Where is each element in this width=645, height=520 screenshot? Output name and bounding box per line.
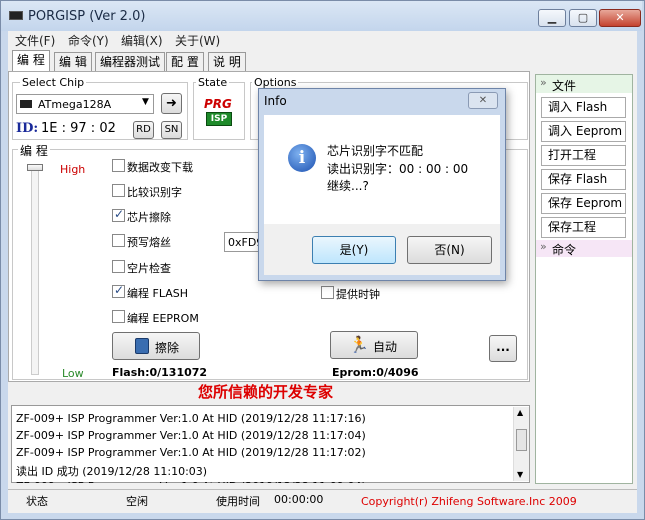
chevron-down-icon: ▼ [142, 97, 149, 107]
speed-slider-thumb[interactable] [27, 164, 43, 171]
running-man-icon: 🏃 [349, 335, 369, 354]
prg-logo: PRG [204, 97, 232, 111]
menu-about[interactable]: 关于(W) [175, 32, 220, 49]
id-value: 1E : 97 : 02 [41, 121, 116, 136]
checkbox-label: 空片检查 [127, 262, 171, 275]
load-eeprom-button[interactable]: 调入 Eeprom [541, 121, 626, 142]
tab-edit[interactable]: 编 辑 [54, 52, 92, 71]
checkbox-box[interactable] [112, 234, 125, 247]
maximize-button[interactable]: ▢ [569, 9, 597, 27]
dialog-close-button[interactable]: ✕ [468, 92, 498, 109]
id-label: ID: [16, 121, 39, 136]
load-flash-button[interactable]: 调入 Flash [541, 97, 626, 118]
arrow-right-button[interactable]: ➜ [161, 93, 182, 114]
copyright-text: Copyright(r) Zhifeng Software.Inc 2009 [361, 495, 577, 508]
more-button[interactable]: ... [489, 335, 517, 362]
status-label: 状态 [26, 495, 48, 508]
log-list[interactable]: ZF-009+ ISP Programmer Ver:1.0 At HID (2… [11, 405, 530, 483]
save-project-button[interactable]: 保存工程 [541, 217, 626, 238]
checkbox-box[interactable] [112, 184, 125, 197]
yes-button[interactable]: 是(Y) [312, 236, 396, 264]
checkbox-label: 提供时钟 [336, 288, 380, 301]
isp-chip-icon: ISP [206, 112, 232, 126]
erase-button[interactable]: 擦除 [112, 332, 200, 360]
log-line: 读出 ID 成功 (2019/12/28 11:10:03) [16, 465, 208, 478]
menu-edit[interactable]: 编辑(X) [121, 32, 163, 49]
command-section-header[interactable]: » 命令 [536, 240, 632, 257]
checkbox-label: 编程 FLASH [127, 287, 188, 300]
tab-program[interactable]: 编 程 [12, 50, 50, 72]
slogan-text: 您所信赖的开发专家 [198, 383, 334, 401]
checkbox-label: 编程 EEPROM [127, 312, 199, 325]
checkbox-box[interactable] [112, 260, 125, 273]
state-group [193, 82, 245, 140]
collapse-icon: » [540, 76, 547, 89]
checkbox-label: 预写熔丝 [127, 236, 171, 249]
erase-button-label: 擦除 [155, 341, 180, 355]
checkbox-box[interactable] [112, 159, 125, 172]
eprom-counter: Eprom:0/4096 [332, 366, 419, 379]
auto-button-label: 自动 [373, 340, 398, 354]
info-icon: i [288, 144, 316, 172]
tab-config[interactable]: 配 置 [166, 52, 204, 71]
dialog-title: Info [264, 94, 287, 108]
chip-icon [20, 100, 32, 108]
close-button[interactable]: ✕ [599, 9, 641, 27]
dialog-message-line3: 继续...? [327, 179, 369, 193]
checkbox-box[interactable] [112, 310, 125, 323]
checkbox-box[interactable] [321, 286, 334, 299]
log-line: ZF-009+ ISP Programmer Ver:1.0 At HID (2… [16, 446, 366, 459]
file-section-header[interactable]: » 文件 [536, 75, 632, 93]
file-header-label: 文件 [552, 79, 577, 93]
speed-low-label: Low [62, 367, 84, 380]
program-group-label: 编 程 [18, 142, 50, 159]
speed-high-label: High [60, 163, 86, 176]
command-header-label: 命令 [552, 243, 577, 257]
chip-select[interactable]: ATmega128A ▼ [16, 94, 154, 114]
log-line: ZF-009+ ISP Programmer Ver:1.0 At HID (2… [16, 412, 366, 425]
checkbox-label: 数据改变下载 [127, 161, 193, 174]
checkbox-box[interactable] [112, 283, 125, 298]
speed-slider-track[interactable] [31, 164, 39, 375]
window-title: PORGISP (Ver 2.0) [28, 9, 146, 24]
scroll-up-icon[interactable]: ▲ [517, 408, 523, 417]
tab-programmer-test[interactable]: 编程器测试 [95, 52, 166, 71]
open-project-button[interactable]: 打开工程 [541, 145, 626, 166]
expand-icon: » [540, 240, 547, 253]
select-chip-label: Select Chip [20, 76, 87, 89]
time-label: 使用时间 [216, 495, 260, 508]
state-label: State [196, 76, 230, 89]
log-line: ZF-009+ ISP Programmer Ver:1.0 At HID (2… [16, 429, 366, 442]
time-value: 00:00:00 [274, 493, 324, 506]
scroll-down-icon[interactable]: ▼ [517, 470, 523, 479]
checkbox-box[interactable] [112, 207, 125, 222]
dialog-message-line2: 读出识别字：00 : 00 : 00 [327, 162, 469, 176]
sn-button[interactable]: SN [161, 121, 182, 139]
log-scrollbar[interactable]: ▲ ▼ [513, 407, 529, 481]
flash-counter: Flash:0/131072 [112, 366, 208, 379]
save-flash-button[interactable]: 保存 Flash [541, 169, 626, 190]
auto-button[interactable]: 🏃 自动 [330, 331, 418, 359]
menu-command[interactable]: 命令(Y) [68, 32, 109, 49]
rd-button[interactable]: RD [133, 121, 154, 139]
no-button[interactable]: 否(N) [407, 236, 492, 264]
log-line: ZF-009+ ISP Programmer Ver:1.0 At HID (2… [16, 480, 366, 483]
scroll-thumb[interactable] [516, 429, 527, 451]
chip-app-icon [9, 11, 23, 20]
checkbox-label: 比较识别字 [127, 186, 182, 199]
save-eeprom-button[interactable]: 保存 Eeprom [541, 193, 626, 214]
fuse-input[interactable]: 0xFD9 [224, 232, 263, 252]
trash-icon [135, 338, 149, 354]
minimize-button[interactable]: ▁ [538, 9, 566, 27]
status-value: 空闲 [126, 495, 148, 508]
tab-help[interactable]: 说 明 [208, 52, 246, 71]
checkbox-label: 芯片擦除 [127, 211, 171, 224]
chip-select-value: ATmega128A [38, 98, 112, 111]
dialog-message-line1: 芯片识别字不匹配 [327, 144, 424, 158]
menu-file[interactable]: 文件(F) [15, 32, 55, 49]
